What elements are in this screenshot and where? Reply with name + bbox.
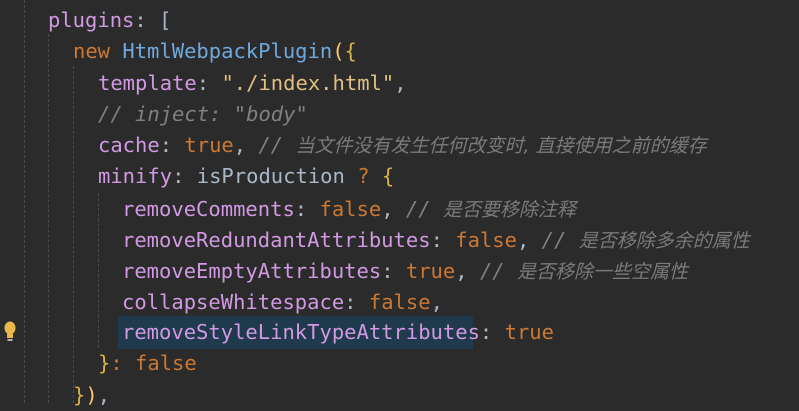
property-name: removeComments — [122, 197, 295, 221]
code-line: template: "./index.html", — [98, 71, 407, 95]
property-name: collapseWhitespace — [122, 290, 345, 314]
code-line: }: false — [98, 348, 197, 379]
boolean-literal: false — [135, 351, 197, 375]
code-editor[interactable]: plugins: [ new HtmlWebpackPlugin({ templ… — [0, 0, 799, 407]
comment: // — [541, 228, 567, 252]
property-name: removeEmptyAttributes — [122, 259, 382, 283]
code-line: cache: true, // 当文件没有发生任何改变时, 直接使用之前的缓存 — [98, 133, 707, 157]
punctuation: ) — [85, 383, 98, 407]
code-line: plugins: [ — [48, 5, 171, 36]
comment: // — [258, 133, 284, 157]
punctuation: , — [97, 383, 111, 407]
class-name: HtmlWebpackPlugin — [122, 39, 333, 63]
code-line: removeComments: false, // 是否要移除注释 — [122, 197, 576, 221]
punctuation: : [ — [134, 8, 172, 32]
brace: } — [73, 383, 86, 407]
code-line: removeRedundantAttributes: false, // 是否移… — [122, 228, 750, 252]
boolean-literal: true — [504, 320, 554, 344]
operator: ? — [357, 164, 370, 188]
comment: 是否移除多余的属性 — [578, 230, 750, 252]
code-line: minify: isProduction ? { — [98, 164, 395, 188]
code-line: removeStyleLinkTypeAttributes: true — [122, 320, 554, 344]
boolean-literal: false — [455, 228, 517, 252]
string-literal: "./index.html" — [221, 71, 395, 95]
code-line: collapseWhitespace: false, — [122, 290, 443, 314]
keyword: new — [73, 39, 111, 63]
property-name: minify — [98, 164, 173, 188]
boolean-literal: false — [368, 290, 431, 314]
property-name: cache — [98, 133, 160, 157]
boolean-literal: false — [319, 197, 382, 221]
comment: // — [479, 259, 505, 283]
comment: 是否要移除注释 — [442, 199, 576, 221]
indent-guide — [24, 0, 25, 403]
brace: { — [381, 164, 395, 188]
punctuation: ( — [332, 39, 345, 63]
property-name: removeRedundantAttributes — [122, 228, 431, 252]
indent-guide — [48, 34, 49, 403]
property-name: template — [98, 71, 197, 95]
property-name: plugins — [48, 8, 135, 32]
indent-guide — [98, 193, 99, 348]
brace: { — [344, 39, 357, 63]
code-line: removeEmptyAttributes: true, // 是否移除一些空属… — [122, 259, 688, 283]
comment: 当文件没有发生任何改变时, 直接使用之前的缓存 — [295, 135, 707, 157]
property-name: removeStyleLinkTypeAttributes — [122, 320, 480, 344]
code-line: // inject: "body" — [98, 99, 308, 130]
brace: } — [98, 351, 111, 375]
code-line: new HtmlWebpackPlugin({ — [73, 36, 357, 67]
boolean-literal: true — [405, 259, 456, 283]
comment: // — [405, 197, 431, 221]
indent-guide — [73, 66, 74, 403]
comment: 是否移除一些空属性 — [516, 261, 688, 283]
operator: : — [110, 351, 123, 375]
code-line: }), — [73, 380, 110, 411]
boolean-literal: true — [184, 133, 234, 157]
lightbulb-icon[interactable] — [4, 321, 16, 343]
identifier: isProduction — [196, 164, 345, 188]
comment: // inject: "body" — [98, 102, 308, 126]
